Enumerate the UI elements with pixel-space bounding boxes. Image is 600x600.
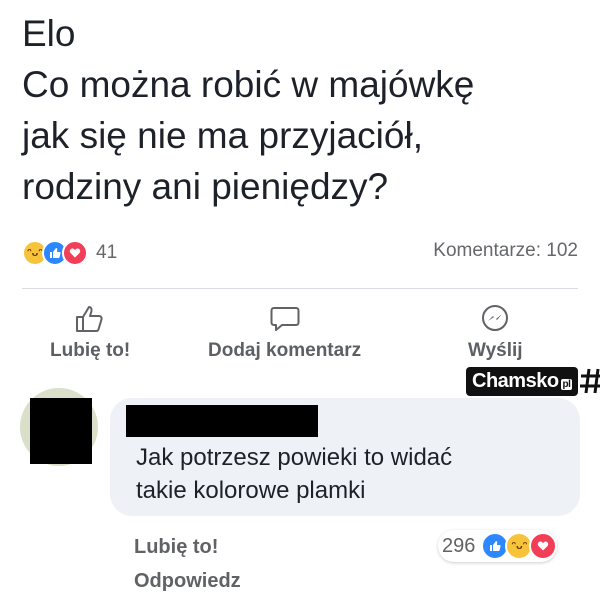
like-button[interactable]: Lubię to! (50, 304, 130, 362)
comment-button[interactable]: Dodaj komentarz (208, 304, 361, 362)
comment-text: Jak potrzesz powieki to widać takie kolo… (136, 444, 453, 504)
post-reactions[interactable]: ᵔᴗᵔ 41 (22, 236, 117, 270)
divider (22, 288, 578, 289)
messenger-icon (482, 305, 509, 331)
commenter-name-censor (126, 405, 318, 437)
comment-like-button[interactable]: Lubię to! (134, 536, 218, 559)
post-text: Elo Co można robić w majówkę jak się nie… (22, 13, 475, 207)
share-button[interactable]: Wyślij (468, 304, 523, 362)
comment-label: Dodaj komentarz (208, 340, 362, 361)
like-label: Lubię to! (50, 340, 131, 361)
speech-bubble-icon (270, 307, 300, 331)
reaction-count: 41 (96, 242, 118, 263)
thumbs-up-icon (76, 306, 103, 332)
hashtag-icon (580, 368, 600, 394)
watermark: Chamsko pl (466, 366, 600, 396)
comment-reaction-count: 296 (442, 534, 476, 557)
comment-reactions[interactable]: 296 ᵔᴗᵔ (438, 530, 558, 562)
comment-reply-button[interactable]: Odpowiedz (134, 570, 241, 593)
avatar-censor (30, 398, 92, 464)
love-icon (529, 532, 558, 560)
share-label: Wyślij (468, 340, 523, 361)
love-icon (62, 240, 88, 266)
watermark-logo: Chamsko pl (466, 366, 579, 396)
comments-count[interactable]: Komentarze: 102 (433, 240, 578, 262)
